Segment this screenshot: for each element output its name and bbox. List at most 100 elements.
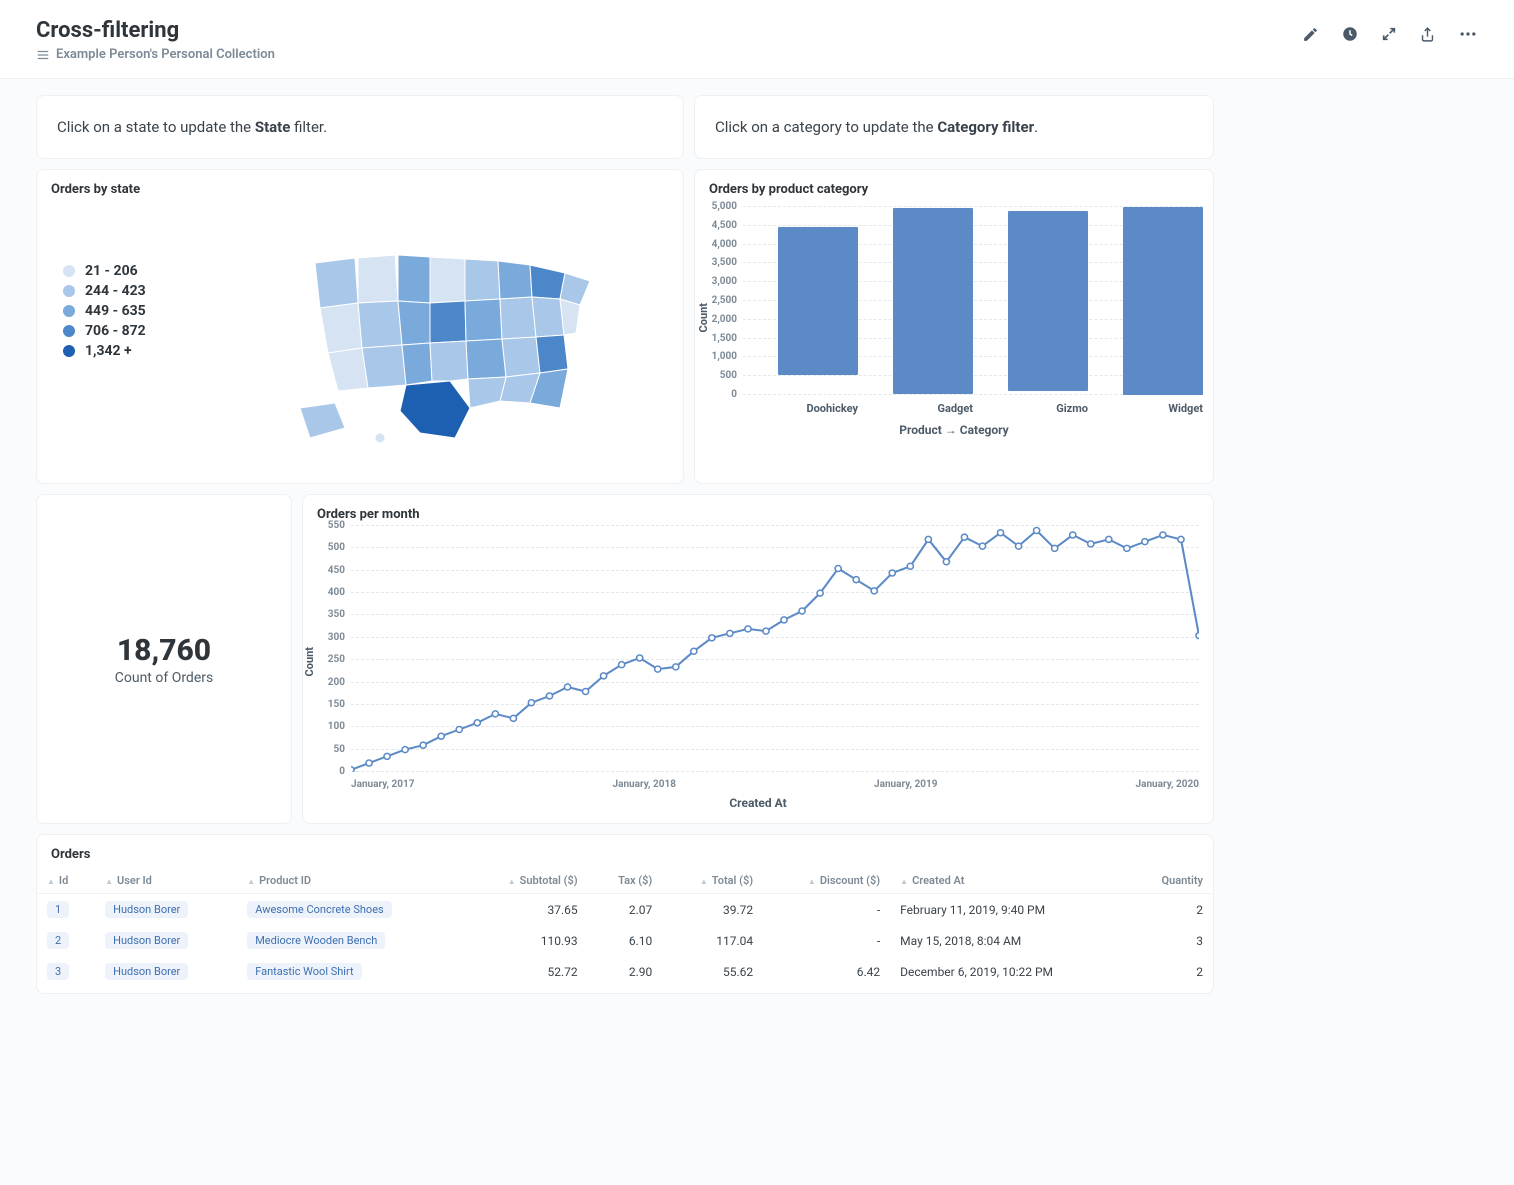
line-point[interactable] — [492, 711, 498, 717]
line-point[interactable] — [961, 534, 967, 540]
column-header[interactable]: Id — [37, 868, 95, 894]
pill[interactable]: Hudson Borer — [105, 963, 188, 980]
line-point[interactable] — [763, 628, 769, 634]
line-point[interactable] — [997, 530, 1003, 536]
line-point[interactable] — [835, 565, 841, 571]
x-tick: Gizmo — [1056, 402, 1088, 415]
line-point[interactable] — [1178, 536, 1184, 542]
us-map[interactable] — [217, 203, 683, 483]
bar-gadget[interactable] — [893, 208, 974, 394]
line-point[interactable] — [781, 617, 787, 623]
x-tick: Gadget — [937, 402, 973, 415]
legend-row[interactable]: 1,342 + — [63, 343, 209, 359]
line-point[interactable] — [691, 648, 697, 654]
line-point[interactable] — [943, 559, 949, 565]
line-point[interactable] — [817, 590, 823, 596]
column-header[interactable]: Subtotal ($) — [464, 868, 588, 894]
line-point[interactable] — [655, 666, 661, 672]
pill[interactable]: Fantastic Wool Shirt — [247, 963, 361, 980]
column-header[interactable]: Created At — [890, 868, 1128, 894]
bar-doohickey[interactable] — [778, 227, 859, 376]
table-row[interactable]: 3Hudson BorerFantastic Wool Shirt52.722.… — [37, 956, 1213, 987]
line-point[interactable] — [619, 662, 625, 668]
line-point[interactable] — [871, 588, 877, 594]
pencil-icon[interactable] — [1302, 26, 1319, 43]
orders-table: IdUser IdProduct IDSubtotal ($)Tax ($)To… — [37, 868, 1213, 987]
pill[interactable]: Hudson Borer — [105, 901, 188, 918]
line-point[interactable] — [1015, 543, 1021, 549]
line-point[interactable] — [366, 760, 372, 766]
bar-widget[interactable] — [1123, 207, 1204, 395]
line-point[interactable] — [925, 536, 931, 542]
table-row[interactable]: 2Hudson BorerMediocre Wooden Bench110.93… — [37, 925, 1213, 956]
line-point[interactable] — [637, 655, 643, 661]
line-point[interactable] — [474, 720, 480, 726]
pill[interactable]: Hudson Borer — [105, 932, 188, 949]
bar-gizmo[interactable] — [1008, 211, 1089, 391]
legend-row[interactable]: 244 - 423 — [63, 283, 209, 299]
clock-icon[interactable] — [1341, 25, 1359, 43]
line-point[interactable] — [889, 570, 895, 576]
column-header[interactable]: Tax ($) — [588, 868, 663, 894]
count-of-orders-card[interactable]: 18,760 Count of Orders — [36, 494, 292, 824]
line-point[interactable] — [528, 700, 534, 706]
line-point[interactable] — [510, 715, 516, 721]
x-tick: Widget — [1168, 402, 1203, 415]
orders-by-category-card: Orders by product category Count 05001,0… — [694, 169, 1214, 484]
column-header[interactable]: Quantity — [1128, 868, 1213, 894]
hint-text: . — [1034, 118, 1038, 136]
column-header[interactable]: User Id — [95, 868, 237, 894]
line-point[interactable] — [438, 733, 444, 739]
legend-row[interactable]: 706 - 872 — [63, 323, 209, 339]
line-point[interactable] — [709, 635, 715, 641]
line-point[interactable] — [1106, 536, 1112, 542]
line-point[interactable] — [1196, 633, 1199, 639]
line-point[interactable] — [1052, 545, 1058, 551]
line-point[interactable] — [1142, 539, 1148, 545]
x-tick: January, 2020 — [1136, 779, 1199, 790]
line-point[interactable] — [1160, 532, 1166, 538]
line-point[interactable] — [799, 608, 805, 614]
line-point[interactable] — [1070, 532, 1076, 538]
table-row[interactable]: 1Hudson BorerAwesome Concrete Shoes37.65… — [37, 894, 1213, 926]
line-point[interactable] — [727, 630, 733, 636]
line-point[interactable] — [1088, 541, 1094, 547]
line-point[interactable] — [979, 543, 985, 549]
line-point[interactable] — [907, 563, 913, 569]
line-point[interactable] — [673, 664, 679, 670]
line-point[interactable] — [564, 684, 570, 690]
pill[interactable]: Mediocre Wooden Bench — [247, 932, 385, 949]
cell: 2 — [1128, 894, 1213, 926]
line-point[interactable] — [546, 693, 552, 699]
line-point[interactable] — [420, 742, 426, 748]
line-point[interactable] — [582, 688, 588, 694]
line-point[interactable] — [384, 753, 390, 759]
legend-row[interactable]: 21 - 206 — [63, 263, 209, 279]
pill[interactable]: 1 — [47, 901, 69, 918]
line-point[interactable] — [1124, 545, 1130, 551]
pill[interactable]: 2 — [47, 932, 69, 949]
fullscreen-icon[interactable] — [1381, 26, 1397, 42]
line-point[interactable] — [402, 747, 408, 753]
share-icon[interactable] — [1419, 26, 1436, 43]
line-point[interactable] — [600, 673, 606, 679]
column-header[interactable]: Product ID — [237, 868, 464, 894]
y-tick: 50 — [317, 744, 345, 755]
cell: Fantastic Wool Shirt — [237, 956, 464, 987]
column-header[interactable]: Total ($) — [662, 868, 763, 894]
breadcrumb[interactable]: Example Person's Personal Collection — [36, 47, 275, 62]
line-series[interactable] — [351, 531, 1199, 770]
line-point[interactable] — [456, 727, 462, 733]
line-point[interactable] — [745, 626, 751, 632]
pill[interactable]: 3 — [47, 963, 69, 980]
cell: Awesome Concrete Shoes — [237, 894, 464, 926]
pill[interactable]: Awesome Concrete Shoes — [247, 901, 392, 918]
line-point[interactable] — [351, 767, 354, 772]
legend-row[interactable]: 449 - 635 — [63, 303, 209, 319]
y-tick: 550 — [317, 520, 345, 531]
line-point[interactable] — [1034, 527, 1040, 533]
more-icon[interactable] — [1458, 24, 1478, 44]
line-point[interactable] — [853, 577, 859, 583]
column-header[interactable]: Discount ($) — [763, 868, 890, 894]
y-tick: 350 — [317, 609, 345, 620]
